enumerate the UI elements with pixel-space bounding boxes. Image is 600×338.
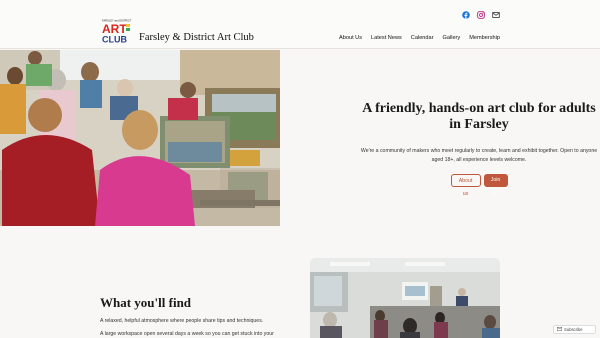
svg-text:CLUB: CLUB — [102, 35, 127, 45]
site-title[interactable]: Farsley & District Art Club — [139, 32, 254, 43]
section-title: What you'll find — [100, 295, 192, 310]
mail-icon[interactable] — [492, 6, 500, 18]
nav-item-about-us[interactable]: About Us — [339, 35, 362, 41]
subscribe-icon — [557, 326, 562, 334]
hero-buttons: About us Join in — [360, 174, 598, 197]
nav-item-calendar[interactable]: Calendar — [411, 35, 434, 41]
feature-text: A large workspace open several days a we… — [100, 331, 274, 337]
facebook-icon[interactable] — [462, 6, 470, 19]
nav-item-latest-news[interactable]: Latest News — [371, 35, 402, 41]
hero-title: A friendly, hands-on art club for adults… — [362, 101, 596, 132]
nav-item-gallery[interactable]: Gallery — [443, 35, 461, 41]
instagram-icon[interactable] — [477, 6, 485, 19]
feature-text: A relaxed, helpful atmosphere where peop… — [100, 318, 264, 324]
site-header: FARSLEY and DISTRICT ART CLUB Farsley & … — [0, 0, 600, 49]
subscribe-button[interactable]: Subscribe — [553, 325, 596, 334]
subscribe-label: Subscribe — [564, 326, 583, 332]
hero-subtitle: We're a community of makers who meet reg… — [360, 148, 598, 163]
nav-item-membership[interactable]: Membership — [469, 35, 500, 41]
social-links — [462, 6, 500, 19]
hero-section: A friendly, hands-on art club for adults… — [360, 101, 598, 197]
art-class-photo — [0, 50, 280, 226]
main-navigation: About Us Latest News Calendar Gallery Me… — [339, 35, 500, 41]
about-us-button[interactable]: About us — [450, 174, 481, 197]
club-logo[interactable]: FARSLEY and DISTRICT ART CLUB — [101, 18, 133, 45]
club-room-photo — [310, 258, 500, 338]
join-in-button[interactable]: Join in — [483, 174, 508, 196]
